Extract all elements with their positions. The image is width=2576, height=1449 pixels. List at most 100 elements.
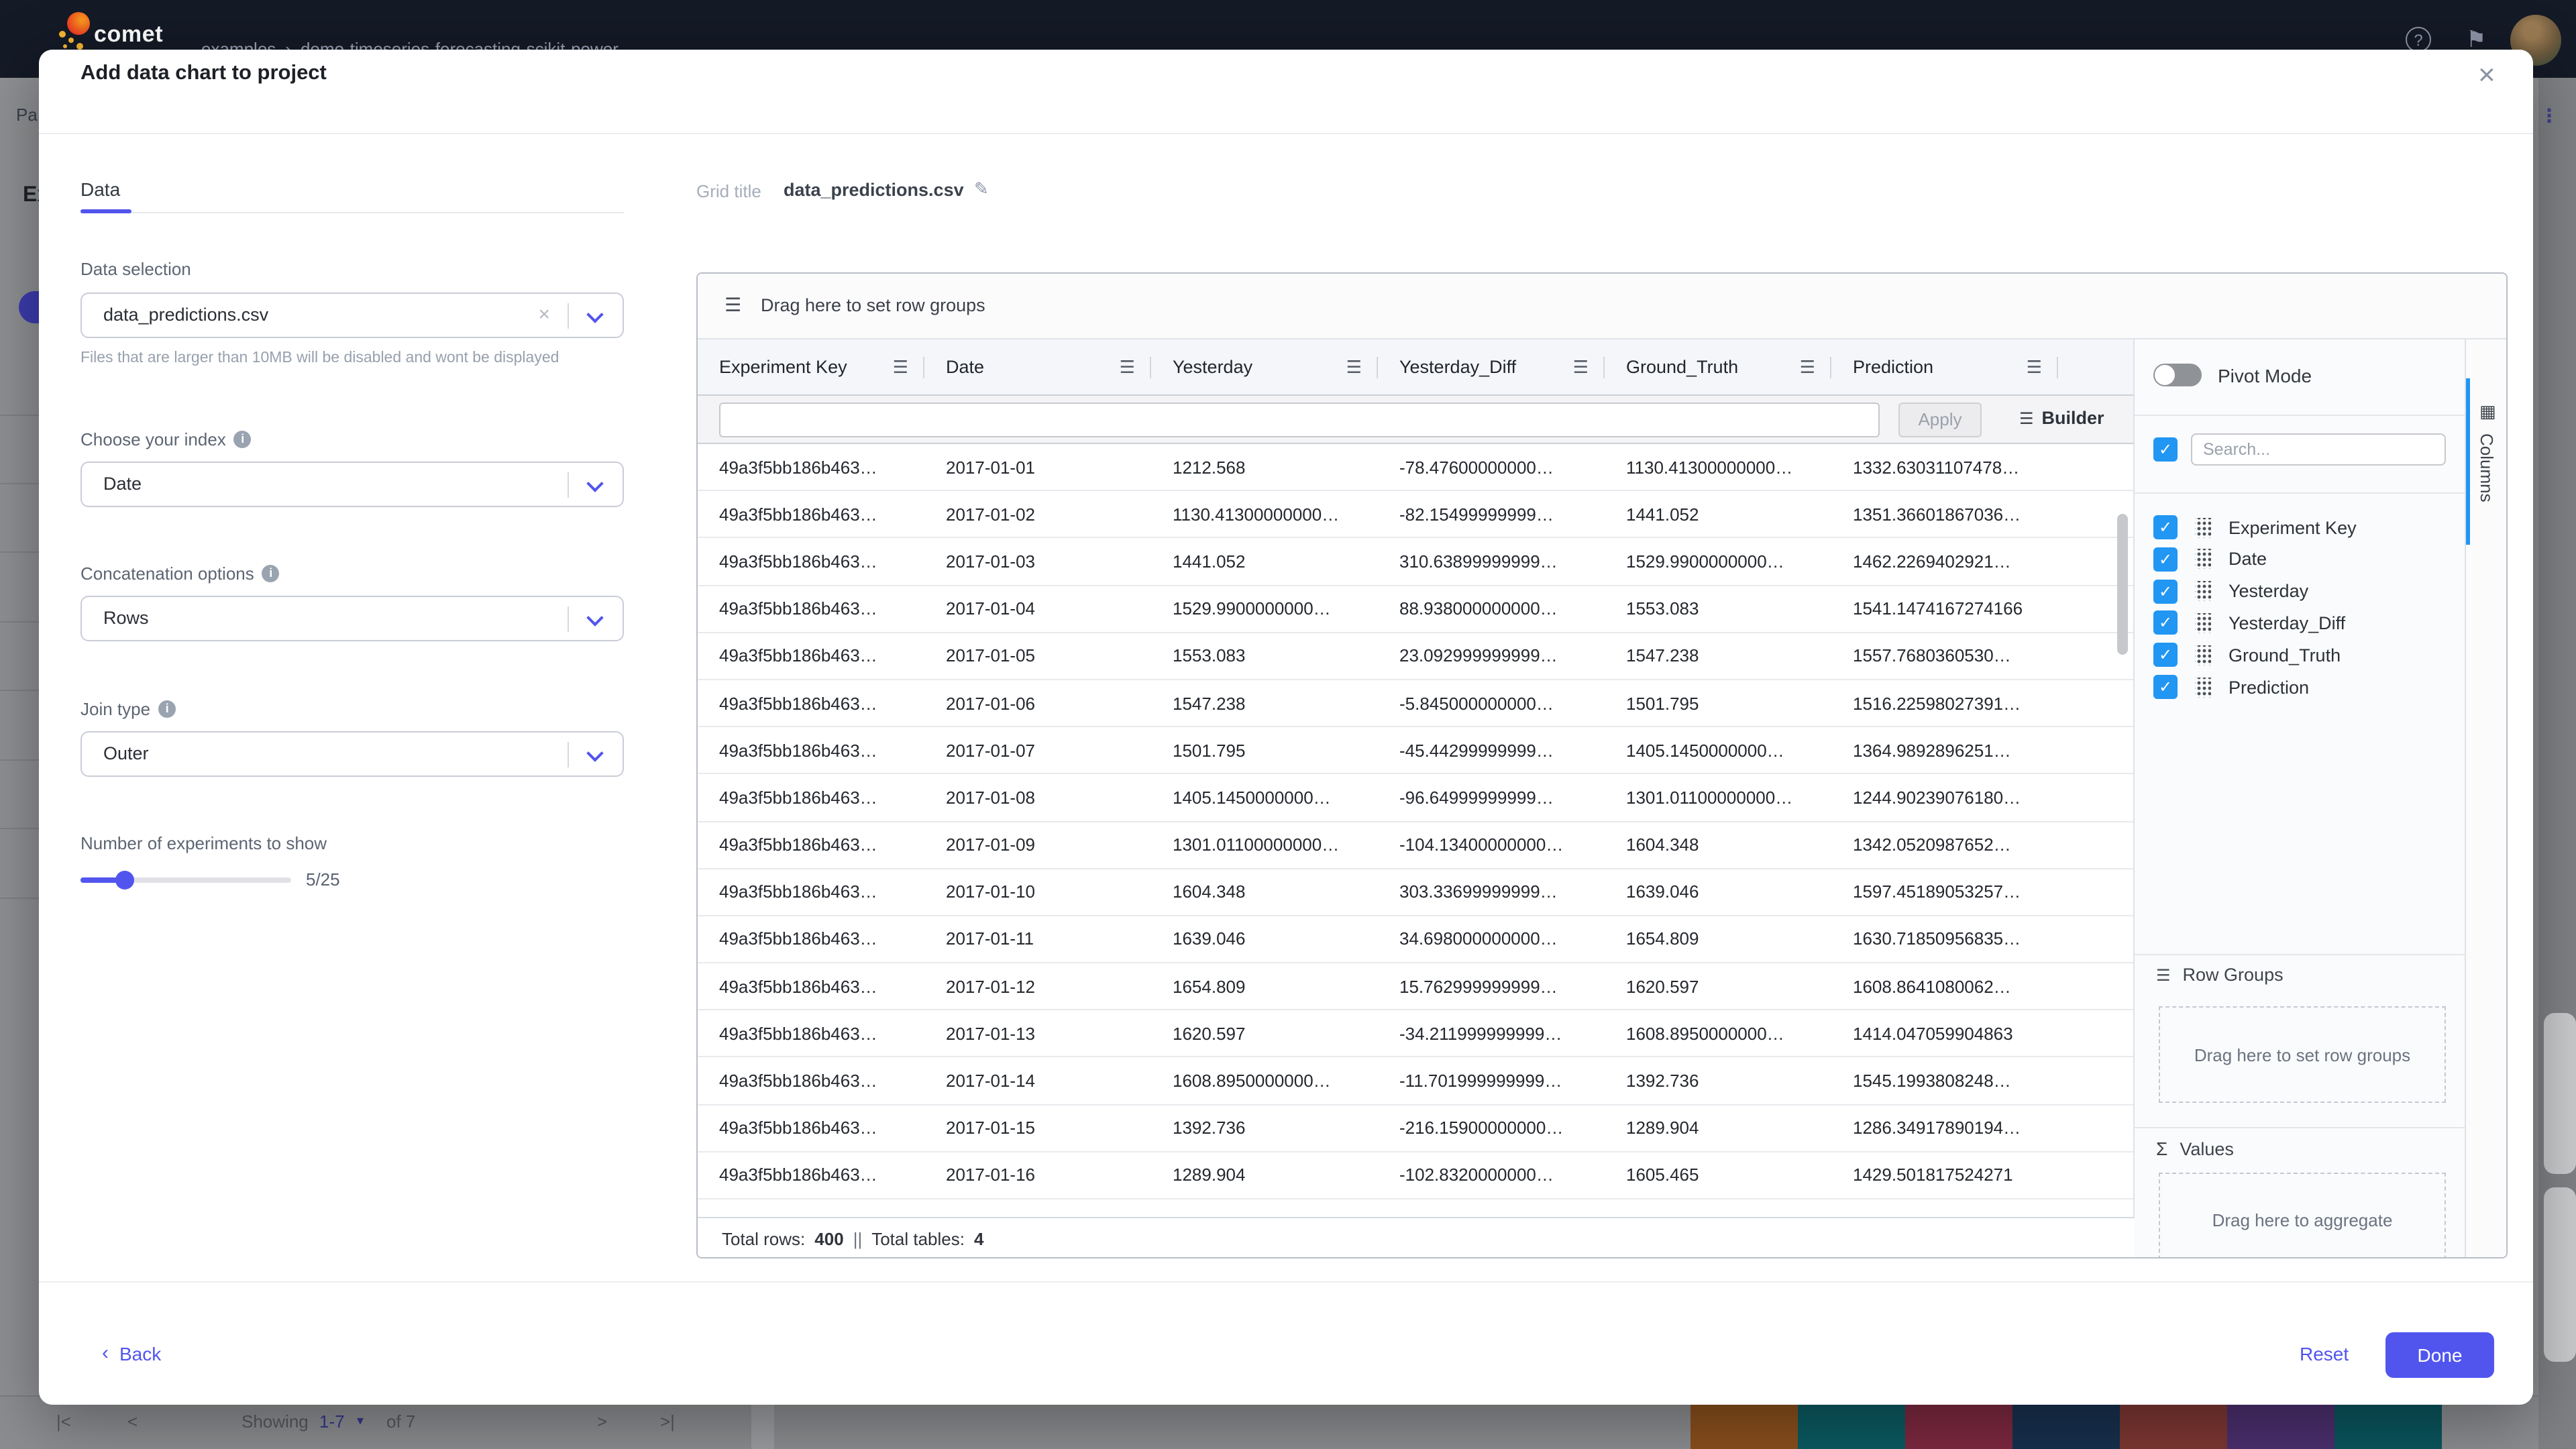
- column-checkbox[interactable]: ✓: [2153, 547, 2178, 572]
- column-checkbox[interactable]: ✓: [2153, 611, 2178, 635]
- column-menu-icon[interactable]: ☰: [1800, 356, 1815, 378]
- table-row[interactable]: 49a3f5bb186b463…2017-01-081405.145000000…: [698, 775, 2133, 822]
- column-header[interactable]: Date ☰: [924, 339, 1151, 394]
- table-row[interactable]: 49a3f5bb186b463…2017-01-021130.413000000…: [698, 491, 2133, 538]
- grid-title-value: data_predictions.csv: [784, 180, 964, 200]
- table-cell: 2017-01-06: [924, 693, 1151, 713]
- table-cell: 1604.348: [1605, 835, 1831, 855]
- chevron-down-icon[interactable]: [589, 612, 601, 624]
- table-row[interactable]: 49a3f5bb186b463…2017-01-011212.568-78.47…: [698, 444, 2133, 491]
- column-checkbox[interactable]: ✓: [2153, 675, 2178, 699]
- slider-knob[interactable]: [115, 871, 134, 890]
- table-row[interactable]: 49a3f5bb186b463…2017-01-051553.08323.092…: [698, 633, 2133, 680]
- column-header[interactable]: Ground_Truth☰: [1605, 339, 1831, 394]
- table-row[interactable]: 49a3f5bb186b463…2017-01-111639.04634.698…: [698, 916, 2133, 963]
- pagination-next-icon[interactable]: >: [597, 1411, 607, 1432]
- row-groups-drop-zone[interactable]: Drag here to set row groups: [2159, 1006, 2446, 1103]
- column-menu-icon[interactable]: ☰: [1346, 356, 1362, 378]
- join-type-select[interactable]: Outer: [80, 731, 624, 777]
- drag-grip-icon[interactable]: [2195, 517, 2211, 537]
- total-tables-label: Total tables:: [871, 1229, 965, 1249]
- pivot-mode-toggle[interactable]: [2153, 364, 2202, 386]
- edit-pencil-icon[interactable]: ✎: [974, 178, 989, 200]
- column-search-input[interactable]: [2191, 433, 2446, 466]
- table-cell: 2017-01-05: [924, 646, 1151, 666]
- info-icon[interactable]: i: [234, 431, 252, 448]
- table-row[interactable]: 49a3f5bb186b463…2017-01-031441.052310.63…: [698, 539, 2133, 586]
- table-row[interactable]: 49a3f5bb186b463…2017-01-161289.904-102.8…: [698, 1152, 2133, 1199]
- column-header-label: Experiment Key: [719, 357, 847, 377]
- panel-column-item[interactable]: ✓Date: [2153, 543, 2267, 576]
- done-button[interactable]: Done: [2385, 1332, 2494, 1378]
- info-icon[interactable]: i: [158, 700, 176, 718]
- drag-grip-icon[interactable]: [2195, 677, 2211, 697]
- reset-button[interactable]: Reset: [2300, 1343, 2349, 1364]
- table-row[interactable]: 49a3f5bb186b463…2017-01-131620.597-34.21…: [698, 1011, 2133, 1058]
- builder-button[interactable]: ☰Builder: [2019, 408, 2104, 428]
- chevron-down-icon[interactable]: [589, 478, 601, 490]
- experiments-slider[interactable]: [80, 877, 291, 883]
- join-type-value: Outer: [103, 743, 149, 763]
- column-header-label: Date: [946, 357, 984, 377]
- table-row[interactable]: 49a3f5bb186b463…2017-01-061547.238-5.845…: [698, 680, 2133, 727]
- chevron-down-icon[interactable]: [589, 747, 601, 759]
- table-row[interactable]: 49a3f5bb186b463…2017-01-151392.736-216.1…: [698, 1105, 2133, 1152]
- column-header[interactable]: Prediction☰: [1831, 339, 2058, 394]
- data-selection-select[interactable]: data_predictions.csv ×: [80, 292, 624, 338]
- apply-button[interactable]: Apply: [1898, 402, 1982, 437]
- help-icon[interactable]: ?: [2406, 27, 2431, 52]
- table-cell: 49a3f5bb186b463…: [698, 835, 924, 855]
- table-row[interactable]: 49a3f5bb186b463…2017-01-101604.348303.33…: [698, 869, 2133, 916]
- select-all-columns-checkbox[interactable]: ✓: [2153, 437, 2178, 462]
- columns-tab-icon: ▦: [2479, 401, 2496, 423]
- clear-icon[interactable]: ×: [538, 303, 550, 326]
- table-cell: 2017-01-15: [924, 1118, 1151, 1138]
- table-cell: 1429.501817524271: [1831, 1165, 2058, 1185]
- table-row[interactable]: 49a3f5bb186b463…2017-01-121654.80915.762…: [698, 963, 2133, 1010]
- index-select[interactable]: Date: [80, 462, 624, 507]
- panel-column-item[interactable]: ✓Prediction: [2153, 671, 2309, 703]
- values-drop-zone[interactable]: Drag here to aggregate: [2159, 1173, 2446, 1258]
- panel-column-item[interactable]: ✓Experiment Key: [2153, 511, 2357, 543]
- column-header[interactable]: Experiment Key ☰: [698, 339, 924, 394]
- pagination-last-icon[interactable]: >|: [660, 1411, 675, 1432]
- drag-grip-icon[interactable]: [2195, 581, 2211, 601]
- table-row[interactable]: 49a3f5bb186b463…2017-01-071501.795-45.44…: [698, 727, 2133, 774]
- tab-data[interactable]: Data: [80, 178, 120, 200]
- column-menu-icon[interactable]: ☰: [1573, 356, 1589, 378]
- column-menu-icon[interactable]: ☰: [1120, 356, 1135, 378]
- back-button[interactable]: ‹ Back: [102, 1342, 161, 1364]
- table-row[interactable]: 49a3f5bb186b463…2017-01-041529.990000000…: [698, 586, 2133, 633]
- table-row[interactable]: 49a3f5bb186b463…2017-01-141608.895000000…: [698, 1058, 2133, 1105]
- info-icon[interactable]: i: [262, 565, 280, 582]
- column-menu-icon[interactable]: ☰: [893, 356, 908, 378]
- panel-column-item[interactable]: ✓Yesterday_Diff: [2153, 607, 2345, 639]
- column-header[interactable]: Yesterday☰: [1151, 339, 1378, 394]
- row-group-drop-bar[interactable]: ☰ Drag here to set row groups: [698, 274, 2506, 339]
- column-checkbox[interactable]: ✓: [2153, 579, 2178, 603]
- column-checkbox[interactable]: ✓: [2153, 643, 2178, 667]
- pagination-range[interactable]: 1-7: [319, 1411, 345, 1432]
- tab-columns[interactable]: Columns: [2477, 433, 2497, 502]
- column-checkbox[interactable]: ✓: [2153, 515, 2178, 539]
- close-icon[interactable]: ×: [2478, 58, 2496, 93]
- concatenation-select[interactable]: Rows: [80, 596, 624, 641]
- panel-column-item[interactable]: ✓Ground_Truth: [2153, 639, 2341, 671]
- drag-grip-icon[interactable]: [2195, 613, 2211, 633]
- column-menu-icon[interactable]: ☰: [2027, 356, 2042, 378]
- filter-input[interactable]: [719, 402, 1880, 437]
- chevron-down-icon[interactable]: [589, 309, 601, 321]
- pagination-prev-icon[interactable]: <: [127, 1411, 138, 1432]
- panel-column-item[interactable]: ✓Yesterday: [2153, 575, 2308, 607]
- table-row[interactable]: 49a3f5bb186b463…2017-01-091301.011000000…: [698, 822, 2133, 869]
- bg-chart-block: [2120, 1398, 2227, 1449]
- dropdown-triangle-icon[interactable]: ▾: [357, 1414, 364, 1429]
- drag-grip-icon[interactable]: [2195, 549, 2211, 570]
- column-header[interactable]: Yesterday_Diff☰: [1378, 339, 1605, 394]
- table-cell: 1557.7680360530…: [1831, 646, 2058, 666]
- concatenation-value: Rows: [103, 608, 149, 628]
- pagination-first-icon[interactable]: |<: [56, 1411, 71, 1432]
- table-cell: 1301.01100000000…: [1151, 835, 1378, 855]
- drag-grip-icon[interactable]: [2195, 645, 2211, 665]
- grid-vertical-scrollbar[interactable]: [2117, 514, 2128, 655]
